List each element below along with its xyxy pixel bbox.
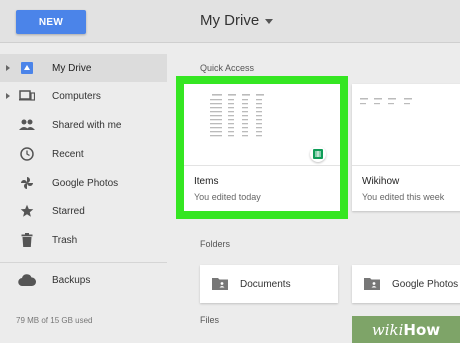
sidebar-item-label: My Drive <box>52 62 92 74</box>
folder-name: Documents <box>240 278 291 290</box>
clock-icon <box>18 145 36 163</box>
folder-documents[interactable]: Documents <box>200 265 338 303</box>
card-activity: You edited this week <box>362 192 445 203</box>
drive-title-label: My Drive <box>200 12 260 29</box>
sidebar-divider <box>0 262 167 263</box>
sidebar-item-recent[interactable]: Recent <box>0 140 167 168</box>
sidebar-item-label: Starred <box>52 205 85 217</box>
star-icon <box>18 202 36 220</box>
wikihow-watermark: wiki How <box>352 316 460 343</box>
sidebar-item-label: Trash <box>52 234 78 246</box>
drive-icon <box>18 59 36 77</box>
sidebar-item-backups[interactable]: Backups <box>0 266 167 294</box>
sidebar-item-trash[interactable]: Trash <box>0 226 167 254</box>
sidebar-item-label: Google Photos <box>52 177 119 189</box>
folder-google-photos[interactable]: Google Photos <box>352 265 460 303</box>
new-button[interactable]: NEW <box>16 10 86 34</box>
card-file-name: Wikihow <box>362 176 400 188</box>
folders-heading: Folders <box>200 239 231 249</box>
sidebar-item-google-photos[interactable]: Google Photos <box>0 169 167 197</box>
my-drive-dropdown[interactable]: My Drive <box>200 12 274 29</box>
top-bar: NEW My Drive <box>0 0 460 43</box>
quick-access-card-wikihow[interactable]: Wikihow You edited this week <box>352 84 460 211</box>
card-info: Wikihow You edited this week <box>352 165 460 211</box>
highlight-box <box>176 76 348 219</box>
files-heading: Files <box>200 315 220 325</box>
expand-arrow-icon[interactable] <box>6 65 10 71</box>
file-thumbnail <box>352 84 460 166</box>
folder-name: Google Photos <box>392 278 459 290</box>
watermark-prefix: wiki <box>371 320 404 339</box>
sidebar-item-computers[interactable]: Computers <box>0 82 167 110</box>
sheet-preview <box>360 98 412 105</box>
storage-usage: 79 MB of 15 GB used <box>16 316 93 325</box>
watermark-suffix: How <box>403 320 441 339</box>
cloud-icon <box>18 271 36 289</box>
quick-access-heading: Quick Access <box>200 63 255 73</box>
sidebar: My Drive Computers Shared with me Recent… <box>0 44 167 343</box>
sidebar-item-label: Recent <box>52 148 84 160</box>
sidebar-item-my-drive[interactable]: My Drive <box>0 54 167 82</box>
expand-arrow-icon[interactable] <box>6 93 10 99</box>
sidebar-item-starred[interactable]: Starred <box>0 197 167 225</box>
sidebar-item-label: Shared with me <box>52 119 122 131</box>
people-icon <box>18 116 36 134</box>
pinwheel-icon <box>18 174 36 192</box>
trash-icon <box>18 231 36 249</box>
sidebar-item-shared[interactable]: Shared with me <box>0 111 167 139</box>
shared-folder-icon <box>212 277 228 295</box>
sidebar-item-label: Backups <box>52 274 91 286</box>
caret-down-icon <box>265 19 274 24</box>
computers-icon <box>18 87 36 105</box>
shared-folder-icon <box>364 277 380 295</box>
sidebar-item-label: Computers <box>52 90 101 102</box>
